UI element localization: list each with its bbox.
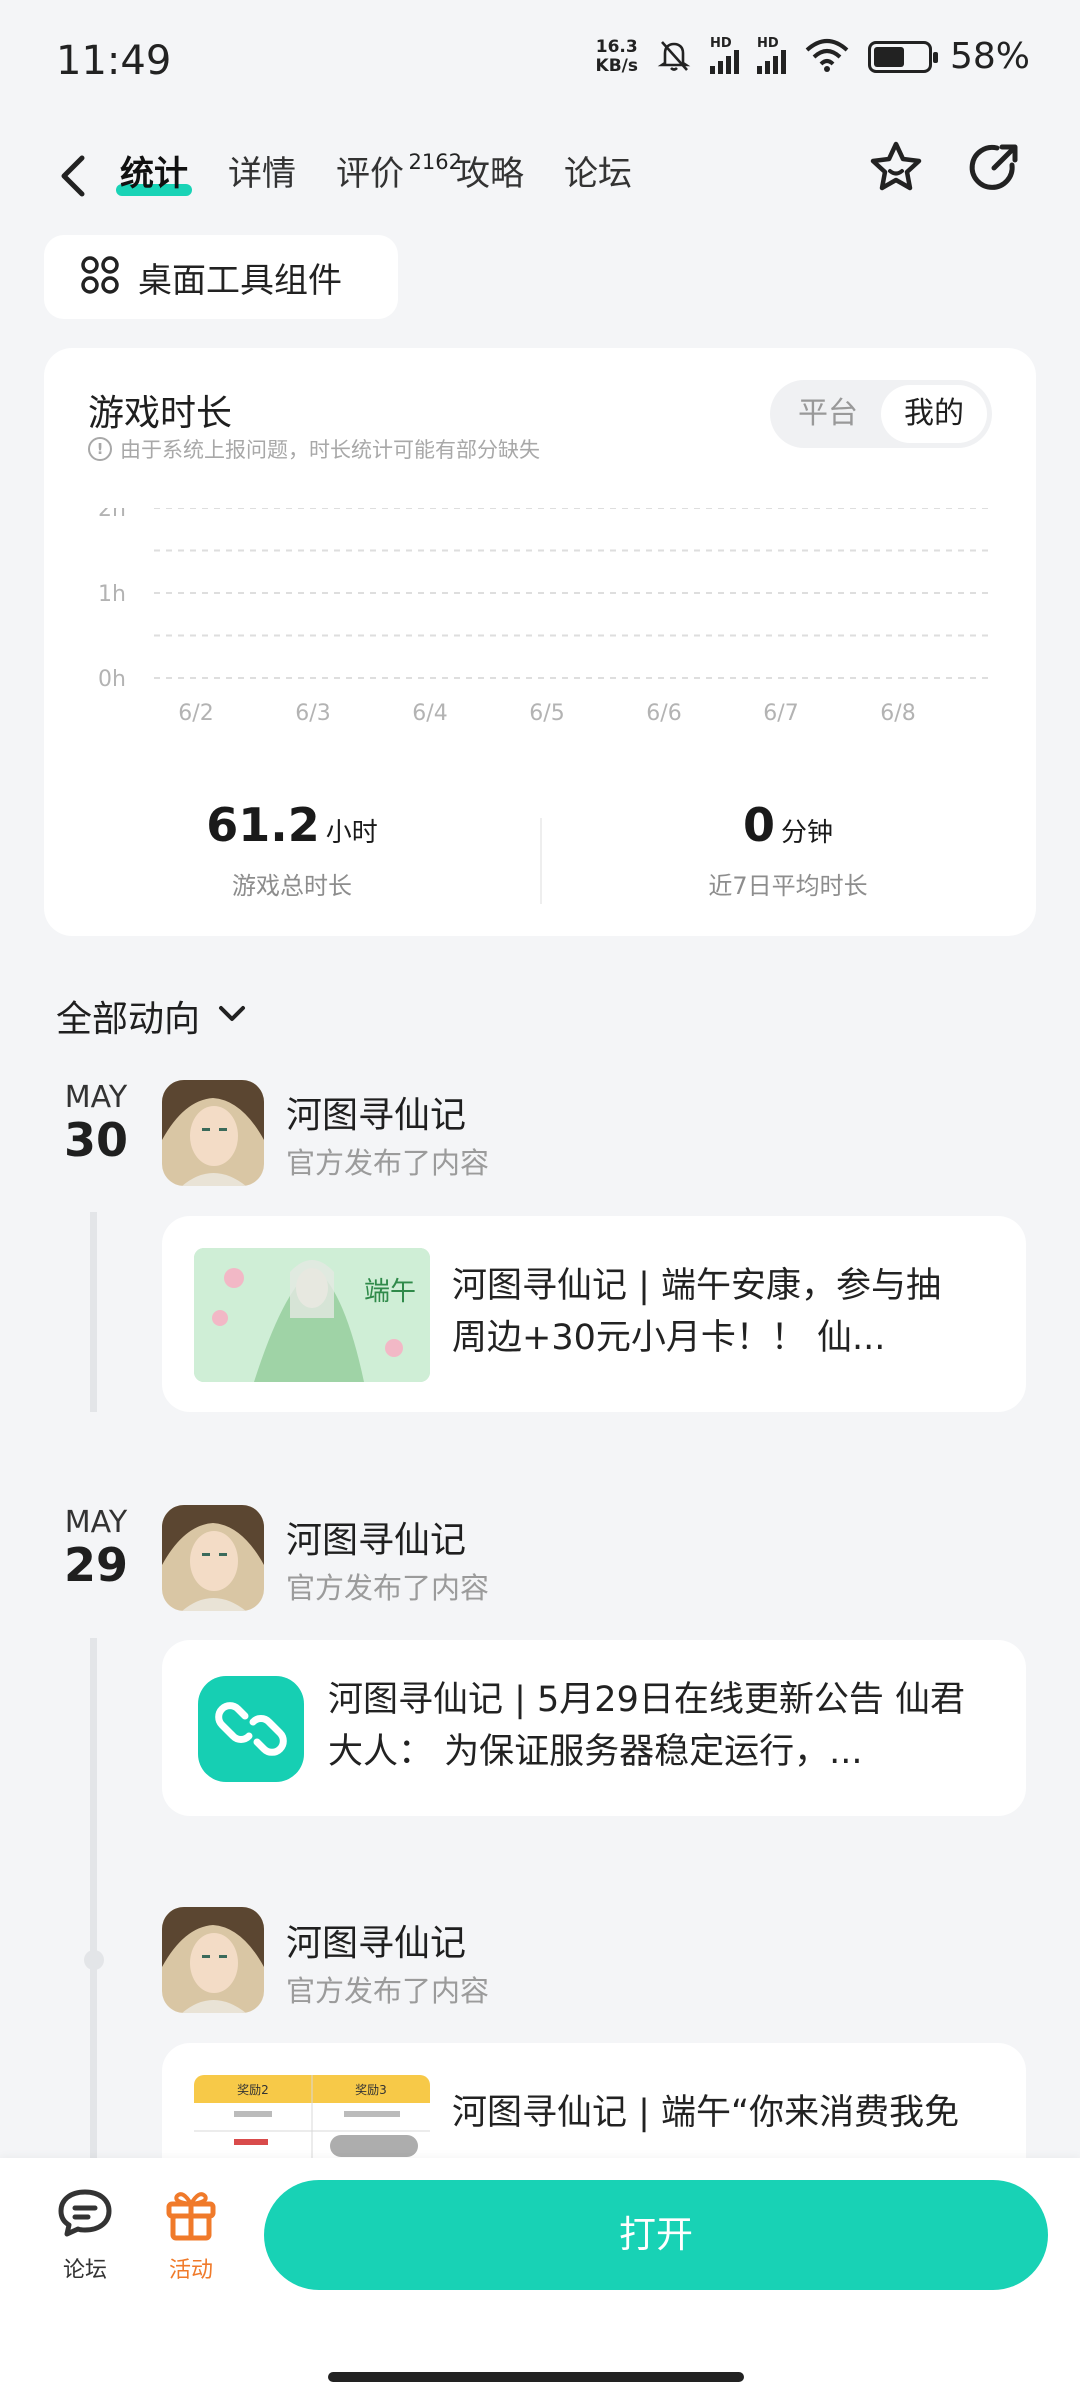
forum-button[interactable]: 论坛 [40, 2186, 130, 2284]
battery-icon [867, 40, 938, 73]
tab-guides[interactable]: 攻略 [456, 144, 524, 204]
playtime-card: 游戏时长 ! 由于系统上报问题，时长统计可能有部分缺失 平台 我的 2h 1h 0h… [44, 348, 1036, 936]
tab-stats[interactable]: 统计 [116, 144, 192, 204]
back-icon[interactable] [52, 146, 92, 206]
grid-icon [80, 255, 120, 299]
tab-forum[interactable]: 论坛 [564, 144, 632, 204]
x-tick-label: 6/3 [295, 701, 330, 726]
x-tick-label: 6/8 [880, 701, 915, 726]
playtime-title: 游戏时长 [88, 393, 233, 434]
author-avatar[interactable] [162, 1080, 264, 1186]
playtime-note: ! 由于系统上报问题，时长统计可能有部分缺失 [88, 434, 540, 464]
gift-icon [163, 2192, 219, 2246]
timeline-line [90, 1638, 97, 2158]
info-icon: ! [88, 437, 112, 461]
y-tick-label: 1h [98, 582, 126, 607]
post-thumbnail: 端午 [194, 1248, 430, 1382]
author-name[interactable]: 河图寻仙记 [286, 1086, 466, 1138]
x-tick-label: 6/7 [763, 701, 798, 726]
post-title: 河图寻仙记 | 端午“你来消费我免单”！限时返利3周endless... [452, 2093, 960, 2133]
timeline-line [90, 1212, 97, 1412]
tab-reviews[interactable]: 评价 2162 [336, 144, 462, 204]
home-indicator[interactable] [328, 2372, 744, 2382]
tab-bar: 统计 详情 评价 2162 攻略 论坛 [116, 144, 632, 204]
post-date: MAY 30 [63, 1080, 128, 1167]
x-tick-label: 6/2 [178, 701, 213, 726]
post-card[interactable]: 河图寻仙记 | 5月29日在线更新公告 仙君大人： 为保证服务器稳定运行，... [162, 1640, 1026, 1816]
top-nav: 统计 详情 评价 2162 攻略 论坛 [0, 130, 1080, 230]
tab-details[interactable]: 详情 [228, 144, 296, 204]
x-tick-label: 6/6 [646, 701, 681, 726]
author-action: 官方发布了内容 [286, 1974, 490, 2008]
chat-icon [55, 2189, 115, 2246]
status-bar: 11:49 16.3 KB/s HD HD 58% [0, 0, 1080, 120]
post-card[interactable]: 端午 河图寻仙记 | 端午安康，参与抽周边+30元小月卡！！ 仙... [162, 1216, 1026, 1412]
x-tick-label: 6/4 [412, 701, 447, 726]
author-name[interactable]: 河图寻仙记 [286, 1914, 466, 1966]
author-action: 官方发布了内容 [286, 1146, 490, 1180]
x-tick-label: 6/5 [529, 701, 564, 726]
feed-filter-dropdown[interactable]: 全部动向 [56, 990, 248, 1042]
open-game-button[interactable]: 打开 [264, 2180, 1048, 2290]
network-speed: 16.3 KB/s [595, 36, 638, 76]
author-action: 官方发布了内容 [286, 1571, 490, 1605]
svg-text:端午: 端午 [364, 1277, 416, 1307]
author-name[interactable]: 河图寻仙记 [286, 1511, 466, 1563]
svg-text:奖励3: 奖励3 [355, 2083, 387, 2097]
signal-icon: HD [709, 36, 739, 74]
data-source-toggle: 平台 我的 [770, 380, 992, 448]
desktop-widget-button[interactable]: 桌面工具组件 [44, 235, 398, 319]
star-icon[interactable] [866, 138, 926, 198]
activity-button[interactable]: 活动 [146, 2186, 236, 2284]
average-playtime: 0 分钟 近7日平均时长 [708, 798, 868, 900]
wifi-icon [804, 38, 850, 76]
status-icons: 16.3 KB/s HD HD 58% [595, 36, 1030, 78]
toggle-platform[interactable]: 平台 [775, 385, 881, 443]
total-playtime: 61.2 小时 游戏总时长 [206, 798, 378, 900]
author-avatar[interactable] [162, 1505, 264, 1611]
link-icon [198, 1676, 304, 1782]
widget-label: 桌面工具组件 [138, 260, 342, 301]
post-title: 河图寻仙记 | 5月29日在线更新公告 仙君大人： 为保证服务器稳定运行，... [328, 1680, 965, 1772]
status-time: 11:49 [56, 38, 172, 84]
review-count: 2162 [408, 150, 462, 174]
playtime-chart: 2h 1h 0h 6/2 6/3 6/4 6/5 6/6 6/7 6/8 [98, 508, 994, 726]
battery-percent: 58% [949, 36, 1030, 77]
y-tick-label: 2h [98, 508, 126, 522]
bell-muted-icon [656, 37, 692, 77]
nav-actions [866, 138, 1024, 198]
y-tick-label: 0h [98, 667, 126, 692]
share-icon[interactable] [964, 138, 1024, 198]
signal-icon: HD [756, 36, 786, 74]
timeline-dot [84, 1950, 104, 1970]
svg-text:奖励2: 奖励2 [237, 2083, 269, 2097]
bottom-bar: 论坛 活动 打开 [0, 2158, 1080, 2400]
post-title: 河图寻仙记 | 端午安康，参与抽周边+30元小月卡！！ 仙... [452, 1266, 942, 1358]
toggle-mine[interactable]: 我的 [881, 385, 987, 443]
author-avatar[interactable] [162, 1907, 264, 2013]
post-date: MAY 29 [63, 1505, 128, 1592]
chevron-down-icon [216, 998, 248, 1034]
